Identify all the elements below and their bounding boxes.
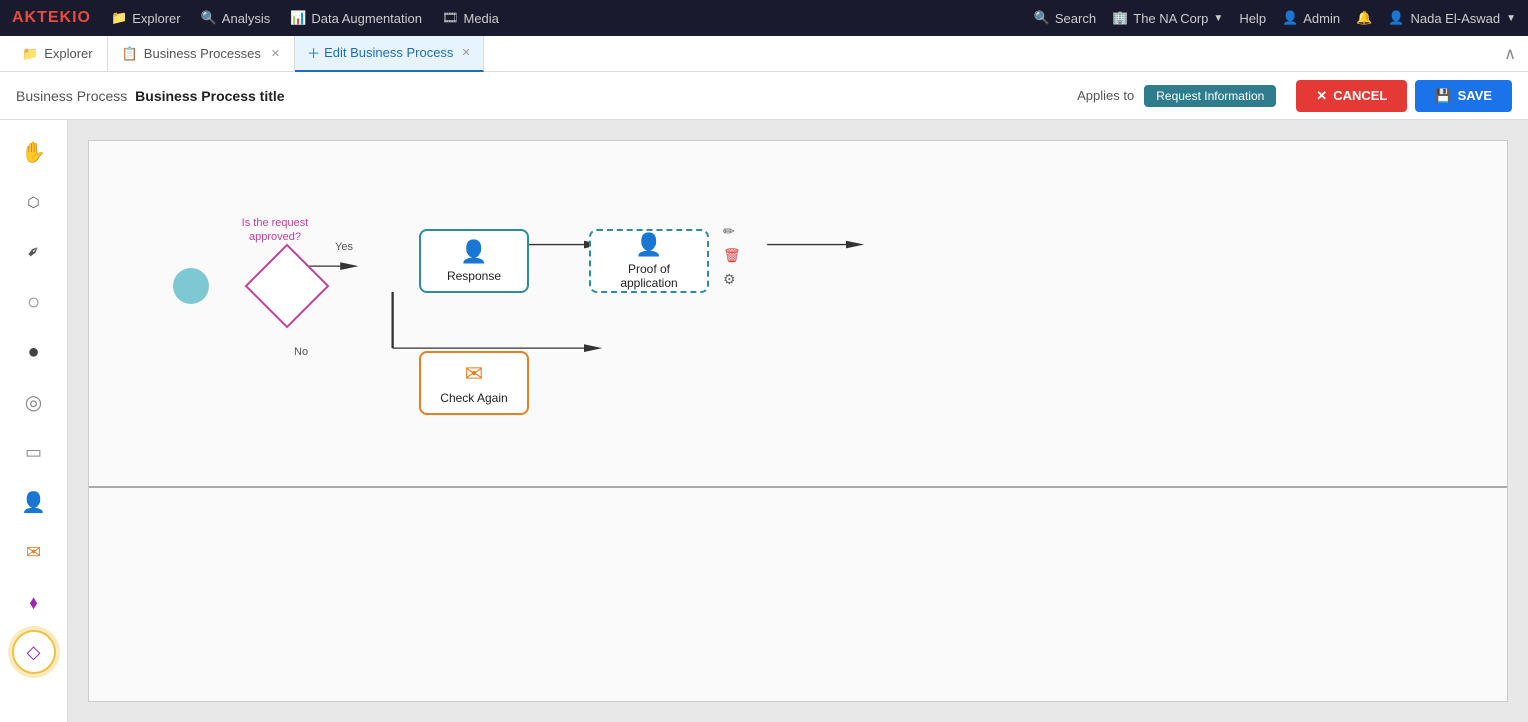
diagram-container: Is the request approved? Yes No 👤 Respon…	[88, 140, 1508, 702]
tab-explorer[interactable]: 📁 Explorer	[8, 36, 108, 72]
top-navigation: AKTEKIO 📁 Explorer 🔍 Analysis 📊 Data Aug…	[0, 0, 1528, 36]
context-menu-pencil[interactable]: ✏	[723, 223, 735, 240]
circle-thick-tool[interactable]: ●	[12, 330, 56, 374]
nav-media[interactable]: 🎞 Media	[442, 10, 499, 26]
gateway-diamond-tool[interactable]: ◇	[12, 630, 56, 674]
fit-tool[interactable]: ⬡	[12, 180, 56, 224]
nav-explorer[interactable]: 📁 Explorer	[111, 10, 181, 26]
chevron-up-icon: ∧	[1504, 46, 1516, 63]
check-again-node[interactable]: ✉ Check Again	[419, 351, 529, 415]
tab-explorer-icon: 📁	[22, 46, 38, 62]
proof-icon: 👤	[635, 232, 662, 258]
user-chevron-icon: ▼	[1506, 13, 1516, 24]
tab-business-processes[interactable]: 📋 Business Processes ✕	[108, 36, 295, 72]
search-button[interactable]: 🔍 Search	[1034, 10, 1096, 26]
tab-edit-plus-icon: ＋	[307, 43, 320, 62]
context-menu-gear[interactable]: ⚙	[723, 271, 736, 288]
rectangle-tool[interactable]: ▭	[12, 430, 56, 474]
company-selector[interactable]: 🏢 The NA Corp ▼	[1112, 10, 1223, 26]
pen-tool[interactable]: ✒	[2, 221, 64, 283]
save-button[interactable]: 💾 SAVE	[1415, 80, 1512, 112]
nav-analysis[interactable]: 🔍 Analysis	[201, 10, 271, 26]
tab-edit-close[interactable]: ✕	[461, 46, 470, 59]
applies-to-badge[interactable]: Request Information	[1144, 85, 1276, 107]
response-icon: 👤	[460, 239, 487, 265]
help-link[interactable]: Help	[1239, 11, 1266, 26]
company-icon: 🏢	[1112, 10, 1128, 26]
process-title-value: Business Process title	[135, 88, 284, 104]
media-icon: 🎞	[442, 10, 459, 26]
tab-edit-business-process[interactable]: ＋ Edit Business Process ✕	[295, 36, 484, 72]
tab-bar: 📁 Explorer 📋 Business Processes ✕ ＋ Edit…	[0, 36, 1528, 72]
cancel-button[interactable]: ✕ CANCEL	[1296, 80, 1407, 112]
tab-bp-icon: 📋	[122, 46, 138, 62]
hand-tool[interactable]: ✋	[12, 130, 56, 174]
start-event[interactable]	[173, 268, 209, 304]
main-area: ✋ ⬡ ✒ ○ ● ◎ ▭ 👤 ✉ ⬧ ◇	[0, 120, 1528, 722]
admin-link[interactable]: 👤 Admin	[1282, 10, 1340, 26]
user-avatar-icon: 👤	[1388, 10, 1404, 26]
tab-collapse-button[interactable]: ∧	[1492, 44, 1528, 64]
process-label: Business Process Business Process title	[16, 88, 285, 104]
circle-outline-tool[interactable]: ○	[12, 280, 56, 324]
context-menu-trash[interactable]: 🗑	[723, 247, 741, 264]
gateway-tool[interactable]: ⬧	[12, 580, 56, 624]
app-logo: AKTEKIO	[12, 9, 91, 27]
analysis-icon: 🔍	[201, 10, 217, 26]
data-aug-icon: 📊	[290, 10, 306, 26]
yes-label: Yes	[335, 241, 353, 253]
chevron-down-icon: ▼	[1213, 13, 1223, 24]
action-bar: Business Process Business Process title …	[0, 72, 1528, 120]
applies-to-section: Applies to Request Information	[1077, 85, 1276, 107]
send-task-tool[interactable]: ✉	[12, 530, 56, 574]
diagram-toolbar: ✋ ⬡ ✒ ○ ● ◎ ▭ 👤 ✉ ⬧ ◇	[0, 120, 68, 722]
user-task-tool[interactable]: 👤	[12, 480, 56, 524]
user-menu[interactable]: 👤 Nada El-Aswad ▼	[1388, 10, 1516, 26]
canvas-area[interactable]: Is the request approved? Yes No 👤 Respon…	[68, 120, 1528, 722]
admin-icon: 👤	[1282, 10, 1298, 26]
bell-icon: 🔔	[1356, 10, 1372, 26]
tab-bp-close[interactable]: ✕	[271, 47, 280, 60]
nav-data-augmentation[interactable]: 📊 Data Augmentation	[290, 10, 422, 26]
swim-lane-top: Is the request approved? Yes No 👤 Respon…	[89, 141, 1507, 488]
search-icon: 🔍	[1034, 10, 1050, 26]
circle-ring-tool[interactable]: ◎	[12, 380, 56, 424]
explorer-icon: 📁	[111, 10, 127, 26]
cancel-x-icon: ✕	[1316, 88, 1327, 104]
save-icon: 💾	[1435, 88, 1451, 104]
check-again-icon: ✉	[465, 361, 483, 387]
no-label: No	[294, 346, 308, 358]
proof-node[interactable]: 👤 Proof of application	[589, 229, 709, 293]
swim-lane-bottom	[89, 488, 1507, 701]
response-node[interactable]: 👤 Response	[419, 229, 529, 293]
notifications-button[interactable]: 🔔	[1356, 10, 1372, 26]
